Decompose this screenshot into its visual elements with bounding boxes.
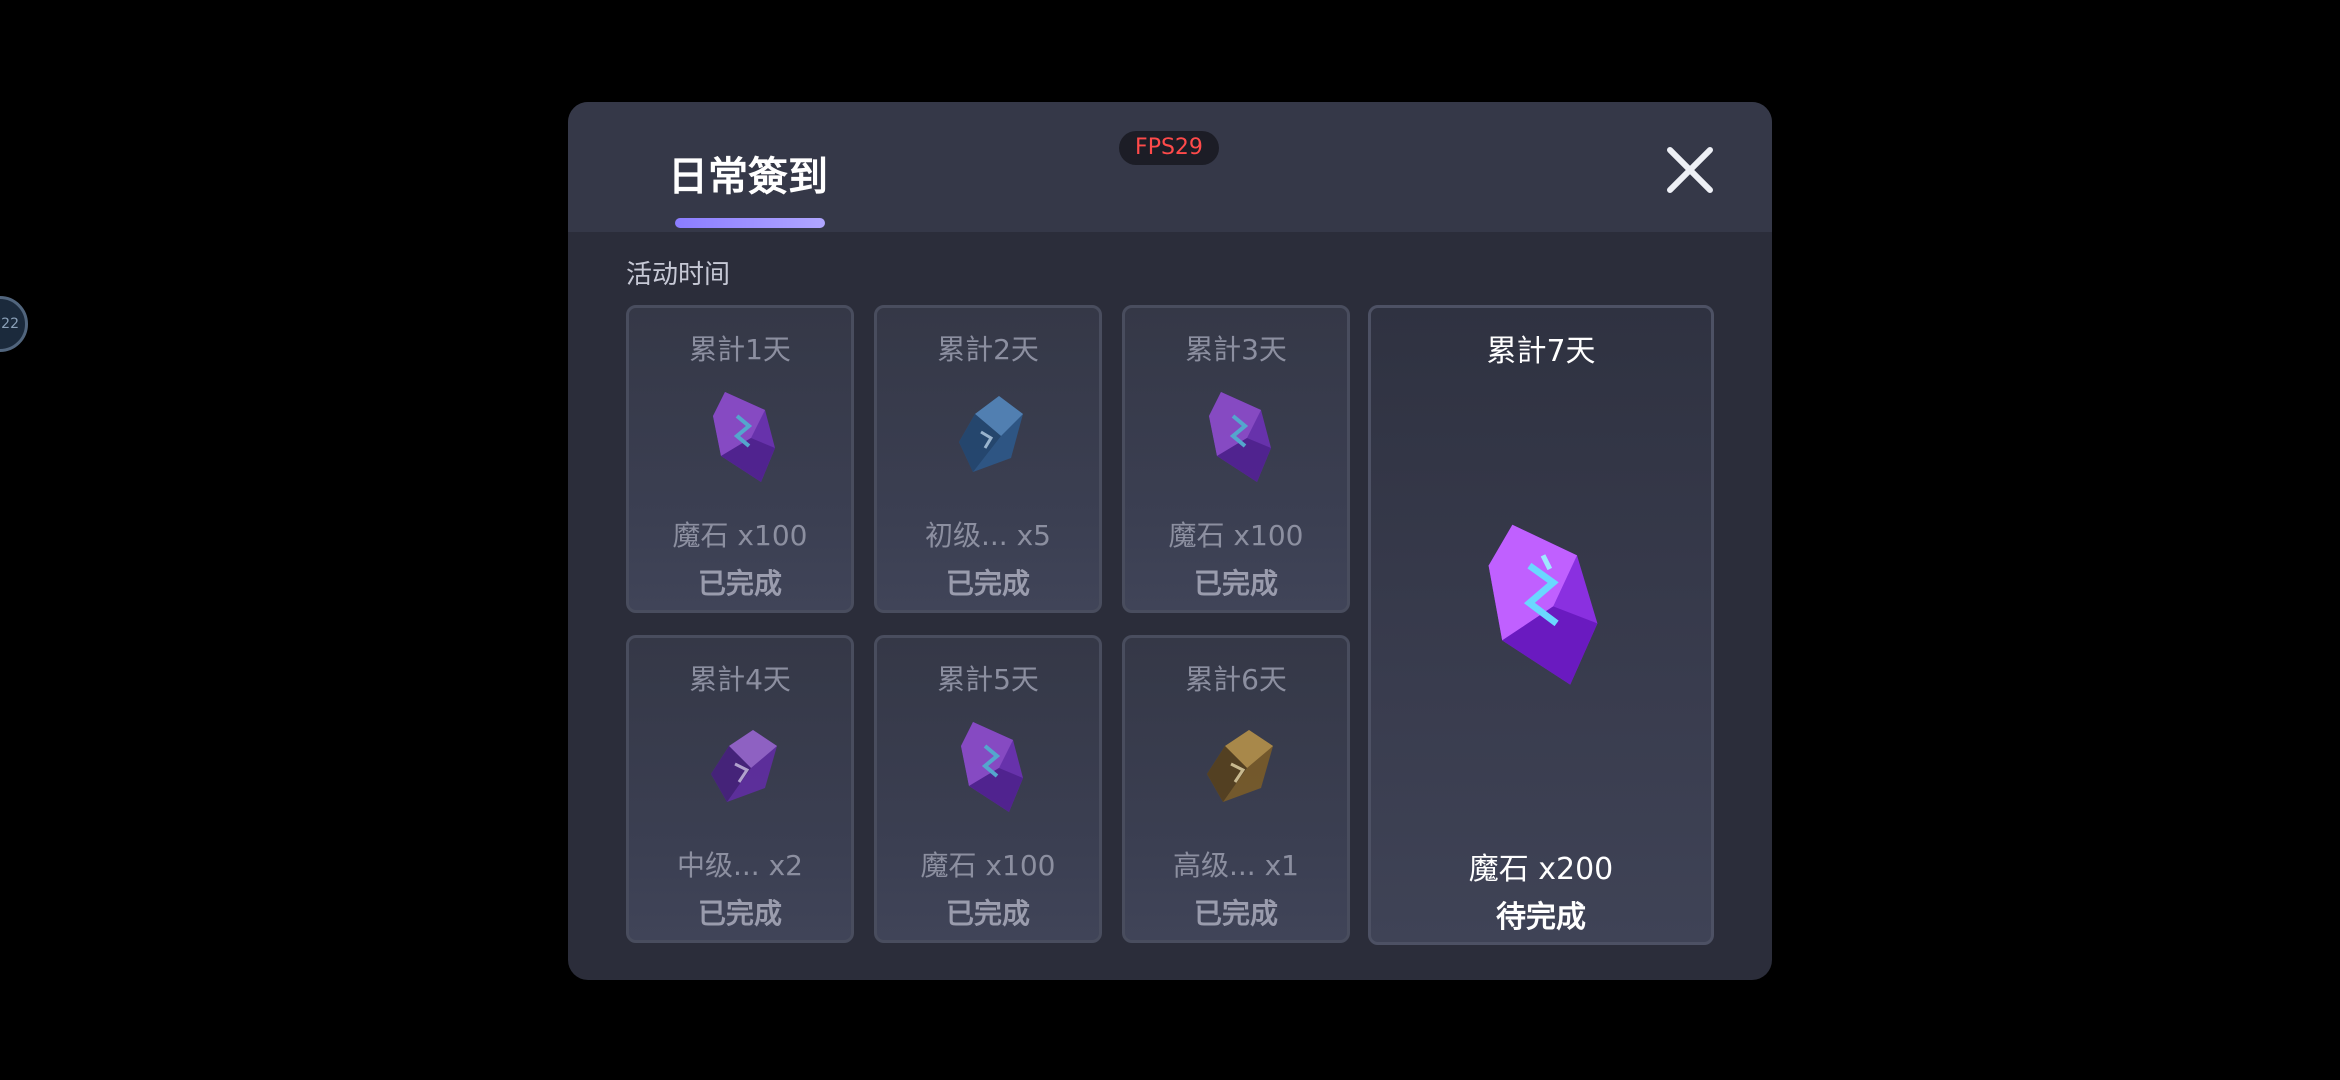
day-label: 累計5天 xyxy=(937,663,1039,696)
reward-text: 魔石 x100 xyxy=(1168,519,1304,552)
status-text: 已完成 xyxy=(945,897,1030,930)
daily-checkin-dialog: 日常簽到 FPS29 活动时间 累計1天 魔石 x100 已完成 累計2天 初级… xyxy=(568,102,1772,980)
floating-assist-button[interactable]: 22 xyxy=(0,296,28,352)
reward-card-day-2[interactable]: 累計2天 初级... x5 已完成 xyxy=(874,305,1102,613)
close-icon[interactable] xyxy=(1660,140,1720,200)
reward-card-day-6[interactable]: 累計6天 高级... x1 已完成 xyxy=(1122,635,1350,943)
reward-text: 高级... x1 xyxy=(1173,849,1299,882)
activity-time-label: 活动时间 xyxy=(626,260,731,290)
day-label: 累計1天 xyxy=(689,333,791,366)
reward-card-day-3[interactable]: 累計3天 魔石 x100 已完成 xyxy=(1122,305,1350,613)
purple-crystal-icon xyxy=(711,730,777,802)
day-label: 累計4天 xyxy=(689,663,791,696)
title-tab-indicator xyxy=(675,218,825,228)
blue-crystal-icon xyxy=(959,396,1023,472)
purple-magic-stone-icon xyxy=(1488,524,1598,685)
reward-text: 中级... x2 xyxy=(677,849,803,882)
day-label: 累計6天 xyxy=(1185,663,1287,696)
status-text: 已完成 xyxy=(697,567,782,600)
reward-card-day-4[interactable]: 累計4天 中级... x2 已完成 xyxy=(626,635,854,943)
day-label: 累計3天 xyxy=(1185,333,1287,366)
reward-text: 魔石 x100 xyxy=(920,849,1056,882)
purple-magic-stone-icon xyxy=(961,722,1023,812)
status-text: 待完成 xyxy=(1496,900,1586,935)
status-text: 已完成 xyxy=(1193,897,1278,930)
reward-text: 魔石 x200 xyxy=(1468,852,1614,887)
dialog-header: 日常簽到 FPS29 xyxy=(568,102,1772,232)
gold-crystal-icon xyxy=(1207,730,1273,802)
reward-card-day-1[interactable]: 累計1天 魔石 x100 已完成 xyxy=(626,305,854,613)
reward-card-day-7[interactable]: 累計7天 魔石 x200 待完成 xyxy=(1368,305,1714,945)
fps-badge: FPS29 xyxy=(1119,131,1219,165)
purple-magic-stone-icon xyxy=(1209,392,1271,482)
day-label: 累計7天 xyxy=(1486,334,1596,369)
dialog-title: 日常簽到 xyxy=(668,154,828,200)
status-text: 已完成 xyxy=(697,897,782,930)
day-label: 累計2天 xyxy=(937,333,1039,366)
reward-text: 魔石 x100 xyxy=(672,519,808,552)
status-text: 已完成 xyxy=(1193,567,1278,600)
purple-magic-stone-icon xyxy=(713,392,775,482)
status-text: 已完成 xyxy=(945,567,1030,600)
reward-card-day-5[interactable]: 累計5天 魔石 x100 已完成 xyxy=(874,635,1102,943)
reward-text: 初级... x5 xyxy=(925,519,1051,552)
